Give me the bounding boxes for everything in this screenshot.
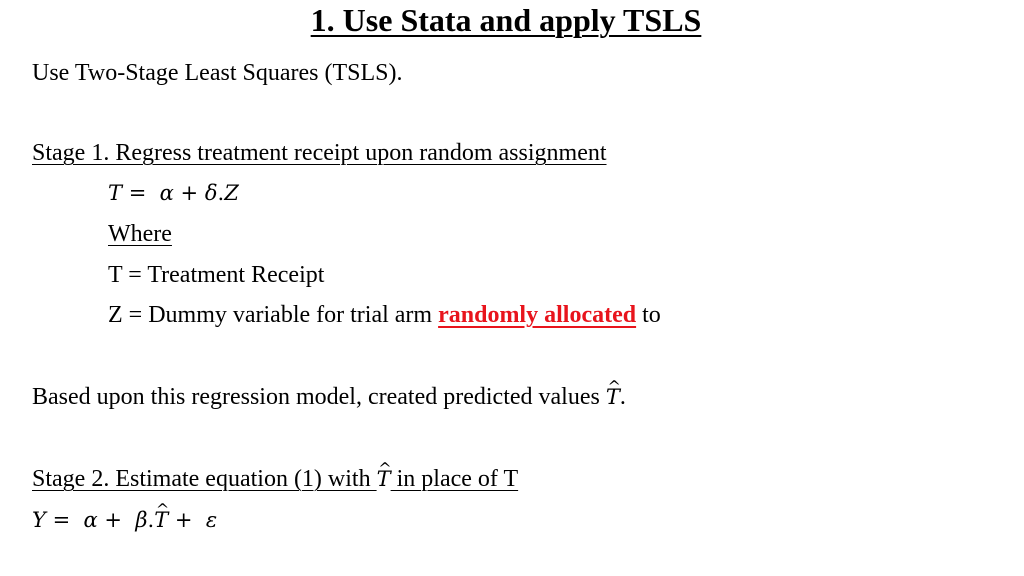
intro-text: Use Two-Stage Least Squares (TSLS). bbox=[32, 60, 403, 86]
slide: 1. Use Stata and apply TSLS Use Two-Stag… bbox=[0, 0, 1024, 576]
eq-delta: δ bbox=[204, 181, 218, 205]
eq2-var-y: Y bbox=[32, 508, 46, 532]
predicted-text: Based upon this regression model, create… bbox=[32, 384, 606, 410]
stage2-heading: Stage 2. Estimate equation (1) with T in… bbox=[32, 464, 518, 494]
eq2-dot: . bbox=[147, 508, 155, 532]
definition-z-suffix: to bbox=[636, 302, 661, 328]
stage2-t-hat-symbol: T bbox=[377, 464, 391, 494]
eq2-plus-1: + bbox=[104, 508, 123, 532]
stage2-heading-suffix: in place of T bbox=[390, 466, 519, 492]
eq-plus: + bbox=[180, 181, 199, 205]
stage2-equation: Y = α + β.T + ε bbox=[32, 505, 217, 535]
eq-var-z: Z bbox=[224, 181, 239, 205]
eq2-equals: = bbox=[52, 508, 71, 532]
slide-title: 1. Use Stata and apply TSLS bbox=[310, 2, 702, 38]
eq2-t-hat: T bbox=[154, 505, 168, 535]
stage1-equation: T = α + δ.Z bbox=[108, 178, 239, 208]
definition-z: Z = Dummy variable for trial arm randoml… bbox=[108, 300, 661, 330]
predicted-values-text: Based upon this regression model, create… bbox=[32, 382, 626, 412]
where-label: Where bbox=[108, 221, 172, 247]
eq-alpha: α bbox=[159, 181, 174, 205]
t-hat-symbol: T bbox=[606, 382, 620, 412]
randomly-allocated-emphasis: randomly allocated bbox=[438, 302, 637, 328]
definition-t: T = Treatment Receipt bbox=[108, 262, 325, 288]
eq2-beta: β bbox=[135, 508, 148, 532]
eq2-alpha: α bbox=[83, 508, 98, 532]
eq2-epsilon: ε bbox=[205, 508, 218, 532]
stage1-heading: Stage 1. Regress treatment receipt upon … bbox=[32, 140, 607, 166]
eq-equals: = bbox=[128, 181, 147, 205]
eq-var-t: T bbox=[108, 181, 123, 205]
stage2-heading-prefix: Stage 2. Estimate equation (1) with bbox=[32, 466, 377, 492]
eq2-plus-2: + bbox=[174, 508, 193, 532]
definition-z-prefix: Z = Dummy variable for trial arm bbox=[108, 302, 439, 328]
